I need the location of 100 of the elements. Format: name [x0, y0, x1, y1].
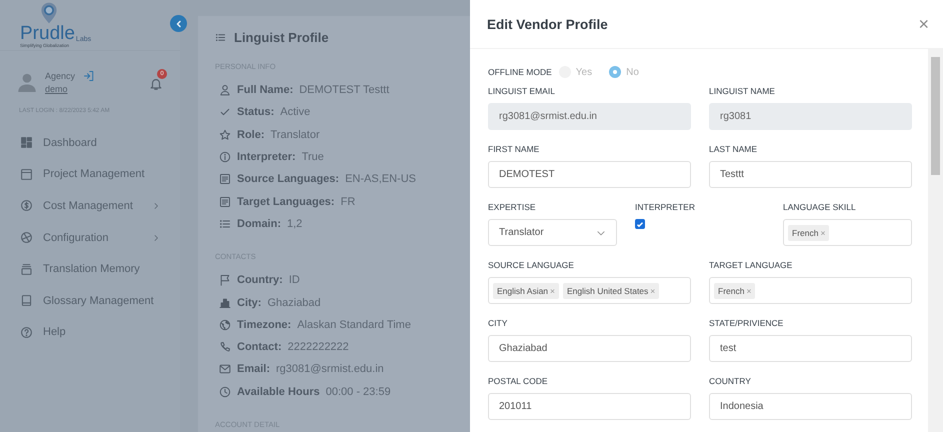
- field-value: DEMOTEST Testtt: [299, 84, 390, 96]
- scrollbar-thumb[interactable]: [931, 57, 940, 175]
- radio-label: Yes: [576, 66, 592, 78]
- dollar-coin-icon: [20, 199, 33, 212]
- field-value: True: [302, 151, 324, 164]
- list-icon: [219, 218, 231, 230]
- field-label: City:: [237, 296, 262, 309]
- field-value: 1,2: [287, 218, 302, 230]
- tag-input[interactable]: French ×: [709, 277, 912, 304]
- field-label: LINGUIST NAME: [709, 85, 776, 97]
- modal-title: Edit Vendor Profile: [487, 16, 608, 32]
- field-label: OFFLINE MODE: [488, 67, 552, 77]
- field-label: POSTAL CODE: [488, 375, 549, 387]
- help-icon: [20, 326, 33, 339]
- field-label: Source Languages:: [237, 173, 340, 186]
- field-label: SOURCE LANGUAGE: [488, 259, 575, 271]
- stack-icon: [20, 262, 33, 276]
- field-label: Status:: [237, 106, 274, 118]
- field-label: Role:: [237, 128, 264, 141]
- info-icon: [219, 151, 231, 164]
- window-icon: [20, 168, 33, 181]
- nav-item[interactable]: Dashboard: [20, 127, 180, 159]
- radio-button[interactable]: [609, 66, 622, 78]
- tag-remove-button[interactable]: ×: [650, 286, 656, 296]
- book-icon: [20, 294, 33, 308]
- field-label: Country:: [237, 274, 283, 286]
- nav-label: Translation Memory: [43, 263, 140, 276]
- field-label: Interpreter:: [237, 151, 296, 164]
- field-value: Alaskan Standard Time: [297, 318, 411, 331]
- tag: English United States ×: [563, 282, 660, 298]
- field-value: 2222222222: [288, 341, 349, 354]
- checkbox[interactable]: [635, 219, 645, 229]
- field-label: LAST NAME: [709, 143, 758, 155]
- list-icon: [215, 32, 226, 43]
- field-value: Ghaziabad: [267, 296, 321, 309]
- field-label: Timezone:: [237, 318, 292, 331]
- clock-icon: [219, 386, 231, 398]
- tag: French ×: [788, 224, 830, 240]
- nav-label: Help: [43, 326, 66, 338]
- globe-icon: [219, 318, 231, 331]
- field-label: Contact:: [237, 341, 282, 354]
- field-label: Target Languages:: [237, 196, 335, 208]
- field-label: EXPERTISE: [488, 201, 537, 213]
- tag-remove-button[interactable]: ×: [820, 228, 826, 238]
- tag-remove-button[interactable]: ×: [550, 286, 556, 296]
- field-value: EN-AS,EN-US: [345, 173, 416, 186]
- grid-icon: [20, 136, 33, 150]
- nav-item[interactable]: Project Management: [20, 158, 180, 190]
- person-icon: [219, 84, 231, 96]
- close-button[interactable]: ×: [918, 15, 929, 33]
- dropdown[interactable]: Translator: [488, 219, 617, 246]
- tag: French ×: [714, 282, 756, 298]
- user-role: Agency: [45, 70, 76, 80]
- field-label: INTERPRETER: [635, 201, 696, 213]
- nav-item[interactable]: Cost Management: [20, 190, 180, 222]
- field-label: LANGUAGE SKILL: [783, 201, 857, 213]
- nav-label: Configuration: [43, 232, 108, 244]
- field-value: FR: [340, 196, 356, 208]
- input-field[interactable]: DEMOTEST: [488, 161, 691, 188]
- nav-item[interactable]: Translation Memory: [20, 253, 180, 285]
- input-field[interactable]: 201011: [488, 393, 691, 420]
- field-label: Email:: [237, 363, 270, 376]
- field-value: Active: [280, 106, 310, 118]
- field-label: FIRST NAME: [488, 143, 540, 155]
- username-link[interactable]: demo: [45, 84, 96, 94]
- input-field[interactable]: Testtt: [709, 161, 912, 188]
- phone-icon: [219, 341, 231, 354]
- bell-icon[interactable]: [149, 77, 164, 91]
- nav-label: Cost Management: [43, 200, 133, 212]
- field-label: TARGET LANGUAGE: [709, 259, 794, 271]
- field-label: STATE/PRIVIENCE: [709, 317, 784, 329]
- field-value: Translator: [270, 128, 320, 141]
- tag-input[interactable]: English Asian × English United States ×: [488, 277, 691, 304]
- input-field[interactable]: Ghaziabad: [488, 335, 691, 362]
- tag-remove-button[interactable]: ×: [746, 286, 752, 296]
- building-icon: [219, 296, 231, 309]
- field-label: LINGUIST EMAIL: [488, 85, 556, 97]
- nav-item[interactable]: Configuration: [20, 222, 180, 254]
- aperture-icon: [20, 231, 33, 244]
- profile-title: Linguist Profile: [234, 30, 329, 45]
- field-value: 00:00 - 23:59: [326, 386, 391, 398]
- nav-item[interactable]: Help: [20, 316, 180, 348]
- chevron-left-icon: [174, 20, 182, 28]
- field-label: Full Name:: [237, 84, 294, 96]
- input-field[interactable]: Indonesia: [709, 393, 912, 420]
- field-value: ID: [288, 274, 300, 286]
- tag: English Asian ×: [493, 282, 560, 298]
- mail-icon: [219, 363, 231, 376]
- nav-item[interactable]: Glossary Management: [20, 284, 180, 317]
- tag-input[interactable]: French ×: [783, 219, 912, 246]
- field-label: COUNTRY: [709, 375, 752, 387]
- input-field[interactable]: test: [709, 335, 912, 362]
- logout-icon[interactable]: [83, 70, 96, 82]
- radio-label: No: [626, 66, 639, 78]
- document-icon: [219, 173, 231, 186]
- field-label: Domain:: [237, 218, 281, 230]
- nav-label: Glossary Management: [43, 294, 154, 307]
- scrollbar[interactable]: [928, 49, 943, 432]
- document-icon: [219, 196, 231, 208]
- nav-label: Dashboard: [43, 136, 97, 149]
